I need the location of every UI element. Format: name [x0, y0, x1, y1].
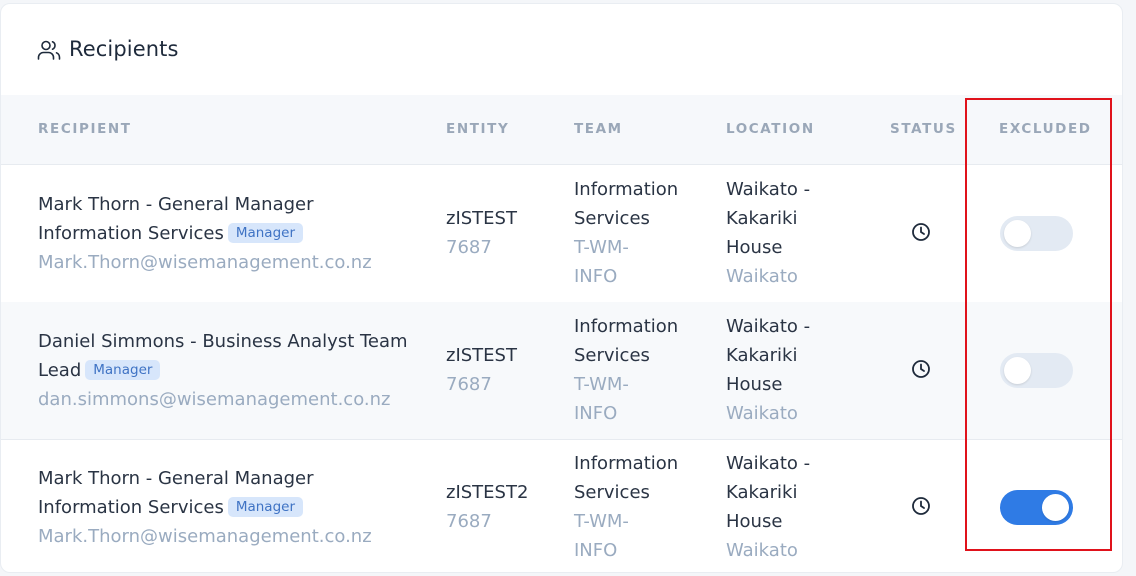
team-name-line2: Services — [574, 482, 650, 503]
column-header-team[interactable]: TEAM — [574, 121, 623, 137]
team-code-line2: INFO — [574, 266, 618, 287]
column-header-excluded[interactable]: EXCLUDED — [999, 121, 1092, 137]
excluded-toggle[interactable] — [1000, 490, 1073, 525]
entity-cell: zISTEST 7687 — [446, 341, 556, 399]
entity-code: 7687 — [446, 374, 492, 395]
excluded-toggle[interactable] — [1000, 216, 1073, 251]
team-cell: Information Services T-WM- INFO — [574, 312, 704, 428]
entity-name: zISTEST2 — [446, 482, 529, 503]
column-header-status[interactable]: STATUS — [890, 121, 957, 137]
recipient-cell: Mark Thorn - General Manager Information… — [38, 464, 418, 551]
recipient-cell: Daniel Simmons - Business Analyst Team L… — [38, 327, 418, 414]
clock-icon — [912, 223, 930, 241]
entity-cell: zISTEST2 7687 — [446, 478, 556, 536]
table-row: Mark Thorn - General Manager Information… — [1, 439, 1122, 572]
manager-badge: Manager — [227, 223, 304, 243]
location-line3: House — [726, 511, 783, 532]
recipient-name-line1: Mark Thorn - General Manager — [38, 468, 314, 489]
location-line2: Kakariki — [726, 208, 798, 229]
column-header-entity[interactable]: ENTITY — [446, 121, 509, 137]
team-code-line2: INFO — [574, 540, 618, 561]
recipient-email: dan.simmons@wisemanagement.co.nz — [38, 389, 391, 410]
entity-code: 7687 — [446, 237, 492, 258]
location-region: Waikato — [726, 540, 798, 561]
location-line2: Kakariki — [726, 482, 798, 503]
location-line1: Waikato - — [726, 453, 811, 474]
table-row: Mark Thorn - General Manager Information… — [1, 165, 1122, 303]
team-cell: Information Services T-WM- INFO — [574, 175, 704, 291]
team-code-line1: T-WM- — [574, 374, 629, 395]
toggle-knob — [1004, 220, 1031, 247]
entity-code: 7687 — [446, 511, 492, 532]
recipient-cell: Mark Thorn - General Manager Information… — [38, 190, 418, 277]
recipients-card: Recipients RECIPIENT ENTITY TEAM LOCATIO… — [0, 3, 1123, 573]
location-line2: Kakariki — [726, 345, 798, 366]
location-line1: Waikato - — [726, 179, 811, 200]
recipient-name-line2: Lead — [38, 360, 82, 381]
team-code-line1: T-WM- — [574, 511, 629, 532]
table-header: RECIPIENT ENTITY TEAM LOCATION STATUS EX… — [1, 95, 1122, 165]
team-code-line2: INFO — [574, 403, 618, 424]
entity-cell: zISTEST 7687 — [446, 204, 556, 262]
recipient-name-line1: Daniel Simmons - Business Analyst Team — [38, 331, 408, 352]
column-header-location[interactable]: LOCATION — [726, 121, 815, 137]
excluded-toggle[interactable] — [1000, 353, 1073, 388]
card-header: Recipients — [1, 4, 1122, 95]
team-name-line2: Services — [574, 208, 650, 229]
team-code-line1: T-WM- — [574, 237, 629, 258]
users-icon — [37, 40, 61, 60]
location-cell: Waikato - Kakariki House Waikato — [726, 175, 876, 291]
column-header-recipient[interactable]: RECIPIENT — [38, 121, 132, 137]
location-cell: Waikato - Kakariki House Waikato — [726, 312, 876, 428]
team-name-line1: Information — [574, 453, 679, 474]
location-region: Waikato — [726, 266, 798, 287]
location-line1: Waikato - — [726, 316, 811, 337]
team-cell: Information Services T-WM- INFO — [574, 449, 704, 565]
team-name-line1: Information — [574, 316, 679, 337]
recipient-name-line2: Information Services — [38, 223, 224, 244]
entity-name: zISTEST — [446, 208, 517, 229]
entity-name: zISTEST — [446, 345, 517, 366]
table-row: Daniel Simmons - Business Analyst Team L… — [1, 302, 1122, 440]
location-line3: House — [726, 237, 783, 258]
team-name-line2: Services — [574, 345, 650, 366]
toggle-knob — [1004, 357, 1031, 384]
location-line3: House — [726, 374, 783, 395]
location-cell: Waikato - Kakariki House Waikato — [726, 449, 876, 565]
card-title: Recipients — [69, 37, 179, 61]
location-region: Waikato — [726, 403, 798, 424]
manager-badge: Manager — [227, 497, 304, 517]
manager-badge: Manager — [85, 360, 161, 380]
recipient-email: Mark.Thorn@wisemanagement.co.nz — [38, 252, 372, 273]
recipient-email: Mark.Thorn@wisemanagement.co.nz — [38, 526, 372, 547]
recipient-name-line2: Information Services — [38, 497, 224, 518]
recipient-name-line1: Mark Thorn - General Manager — [38, 194, 314, 215]
team-name-line1: Information — [574, 179, 679, 200]
clock-icon — [912, 360, 930, 378]
clock-icon — [912, 497, 930, 515]
toggle-knob — [1042, 494, 1069, 521]
